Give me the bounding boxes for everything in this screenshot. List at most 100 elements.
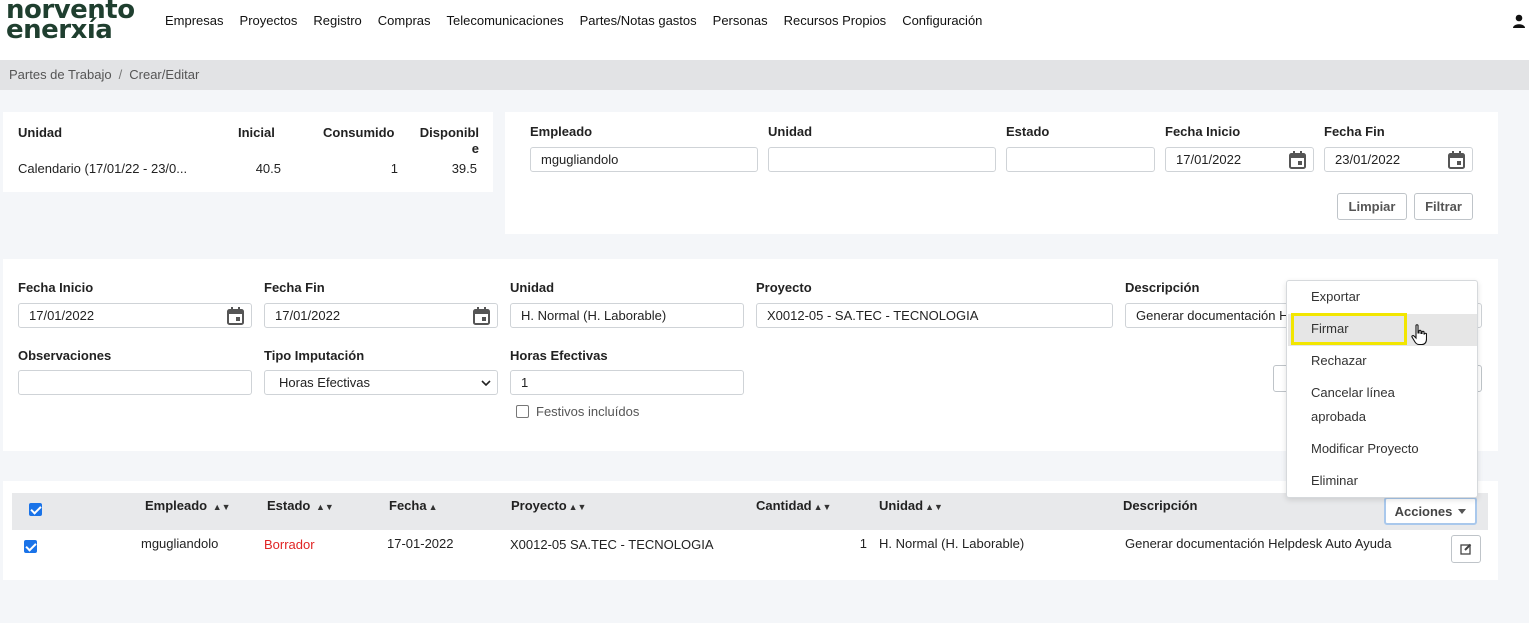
form-proyecto-label: Proyecto [756,280,812,295]
th-unidad-label: Unidad [879,498,924,513]
edit-icon [1460,543,1472,555]
cell-descripcion: Generar documentación Helpdesk Auto Ayud… [1125,536,1392,551]
filter-estado-input[interactable] [1006,147,1155,172]
cell-empleado: mgugliandolo [141,536,219,551]
menu-item-eliminar[interactable]: Eliminar [1311,469,1358,493]
cell-cantidad: 1 [859,536,867,551]
cell-proyecto: X0012-05 SA.TEC - TECNOLOGIA [510,537,714,552]
brand-logo[interactable]: norvento enerxía [6,0,135,43]
form-descripcion-label: Descripción [1125,280,1200,295]
th-fecha[interactable]: Fecha ▲ [389,498,438,513]
th-descripcion: Descripción [1123,498,1198,513]
summary-header-disponible: Disponibl e [419,125,479,156]
form-fecha-fin-input[interactable]: 17/01/2022 [264,303,498,328]
select-all-checkbox[interactable] [29,503,42,516]
th-cantidad[interactable]: Cantidad ▲▼ [756,498,831,513]
form-tipo-imputacion-select[interactable]: Horas Efectivas [264,370,498,395]
summary-consumido-value: 1 [390,161,398,176]
th-proyecto-label: Proyecto [511,498,567,513]
filter-empleado-label: Empleado [530,124,593,139]
acciones-dropdown-menu: Exportar Firmar Rechazar Cancelar línea … [1286,280,1478,498]
form-fecha-fin-value: 17/01/2022 [275,308,341,323]
form-unidad-label: Unidad [510,280,555,295]
form-fecha-inicio-label: Fecha Inicio [18,280,94,295]
filter-empleado-input[interactable]: mgugliandolo [530,147,758,172]
summary-header-inicial: Inicial [238,125,275,140]
sort-icon: ▲▼ [568,502,587,512]
form-fecha-inicio-value: 17/01/2022 [29,308,95,323]
th-estado-label: Estado [267,498,311,513]
form-tipo-imputacion-label: Tipo Imputación [264,348,365,363]
top-navbar: norvento enerxía Empresas Proyectos Regi… [0,0,1529,60]
filter-fecha-inicio-value: 17/01/2022 [1176,152,1242,167]
form-unidad-input[interactable]: H. Normal (H. Laborable) [510,303,744,328]
nav-item-compras[interactable]: Compras [378,13,431,28]
calendar-icon[interactable] [227,307,244,325]
menu-item-cancelar-linea-line2: aprobada [1311,409,1366,424]
form-proyecto-input[interactable]: X0012-05 - SA.TEC - TECNOLOGIA [756,303,1113,328]
form-observaciones-label: Observaciones [18,348,112,363]
form-tipo-imputacion-value: Horas Efectivas [279,375,371,390]
menu-item-cancelar-linea[interactable]: Cancelar línea aprobada [1311,381,1395,429]
cell-unidad: H. Normal (H. Laborable) [879,536,1025,551]
filter-fecha-fin-input[interactable]: 23/01/2022 [1324,147,1473,172]
filter-panel: Empleado mgugliandolo Unidad Estado Fech… [505,112,1498,234]
th-unidad[interactable]: Unidad ▲▼ [879,498,943,513]
calendar-icon[interactable] [473,307,490,325]
main-nav: Empresas Proyectos Registro Compras Tele… [165,13,998,28]
summary-unidad-value: Calendario (17/01/22 - 23/0... [18,161,188,176]
nav-item-proyectos[interactable]: Proyectos [240,13,298,28]
sort-icon: ▲▼ [925,502,943,512]
summary-panel: Unidad Inicial Consumido Disponibl e Cal… [3,112,493,192]
filter-fecha-inicio-input[interactable]: 17/01/2022 [1165,147,1314,172]
menu-item-exportar[interactable]: Exportar [1311,285,1360,309]
filter-unidad-input[interactable] [768,147,996,172]
breadcrumb-current: Crear/Editar [129,67,200,82]
breadcrumb: Partes de Trabajo / Crear/Editar [0,60,1529,90]
form-fecha-fin-label: Fecha Fin [264,280,325,295]
th-cantidad-label: Cantidad [756,498,812,513]
th-empleado[interactable]: Empleado ▲▼ [145,498,231,513]
festivos-checkbox[interactable] [516,405,529,418]
menu-item-rechazar[interactable]: Rechazar [1311,349,1367,373]
form-horas-efectivas-input[interactable]: 1 [510,370,744,395]
filter-unidad-label: Unidad [768,124,813,139]
form-fecha-inicio-input[interactable]: 17/01/2022 [18,303,252,328]
nav-item-registro[interactable]: Registro [313,13,361,28]
nav-item-configuracion[interactable]: Configuración [902,13,982,28]
edit-row-button[interactable] [1451,535,1481,563]
nav-item-partes-notas-gastos[interactable]: Partes/Notas gastos [580,13,697,28]
filter-estado-label: Estado [1006,124,1050,139]
filtrar-button[interactable]: Filtrar [1414,193,1473,220]
form-horas-efectivas-label: Horas Efectivas [510,348,608,363]
filter-fecha-fin-value: 23/01/2022 [1335,152,1401,167]
menu-item-modificar-proyecto[interactable]: Modificar Proyecto [1311,437,1419,461]
table-header: Empleado ▲▼ Estado ▲▼ Fecha ▲ Proyecto ▲▼ … [12,493,1488,530]
sort-icon: ▲▼ [813,502,832,512]
acciones-button[interactable]: Acciones [1384,497,1477,525]
nav-item-empresas[interactable]: Empresas [165,13,224,28]
form-observaciones-textarea[interactable] [18,370,252,395]
th-estado[interactable]: Estado ▲▼ [267,498,334,513]
summary-header-unidad: Unidad [18,125,63,140]
summary-disponible-value: 39.5 [451,161,477,176]
calendar-icon[interactable] [1448,151,1465,169]
summary-inicial-value: 40.5 [255,161,281,176]
user-icon[interactable] [1512,14,1526,28]
limpiar-button[interactable]: Limpiar [1337,193,1407,220]
nav-item-personas[interactable]: Personas [713,13,768,28]
sort-icon: ▲▼ [315,502,334,512]
calendar-icon[interactable] [1289,151,1306,169]
th-proyecto[interactable]: Proyecto ▲▼ [511,498,586,513]
nav-item-recursos-propios[interactable]: Recursos Propios [784,13,887,28]
row-checkbox[interactable] [24,540,37,553]
menu-item-cancelar-linea-line1: Cancelar línea [1311,385,1395,400]
cell-estado: Borrador [264,537,315,552]
breadcrumb-parent[interactable]: Partes de Trabajo [9,67,112,82]
table-row: mgugliandolo Borrador 17-01-2022 X0012-0… [12,530,1488,570]
caret-down-icon [1458,508,1467,514]
nav-item-telecomunicaciones[interactable]: Telecomunicaciones [447,13,564,28]
cell-fecha: 17-01-2022 [387,536,454,551]
breadcrumb-separator: / [118,67,123,82]
chevron-down-icon [481,380,491,386]
